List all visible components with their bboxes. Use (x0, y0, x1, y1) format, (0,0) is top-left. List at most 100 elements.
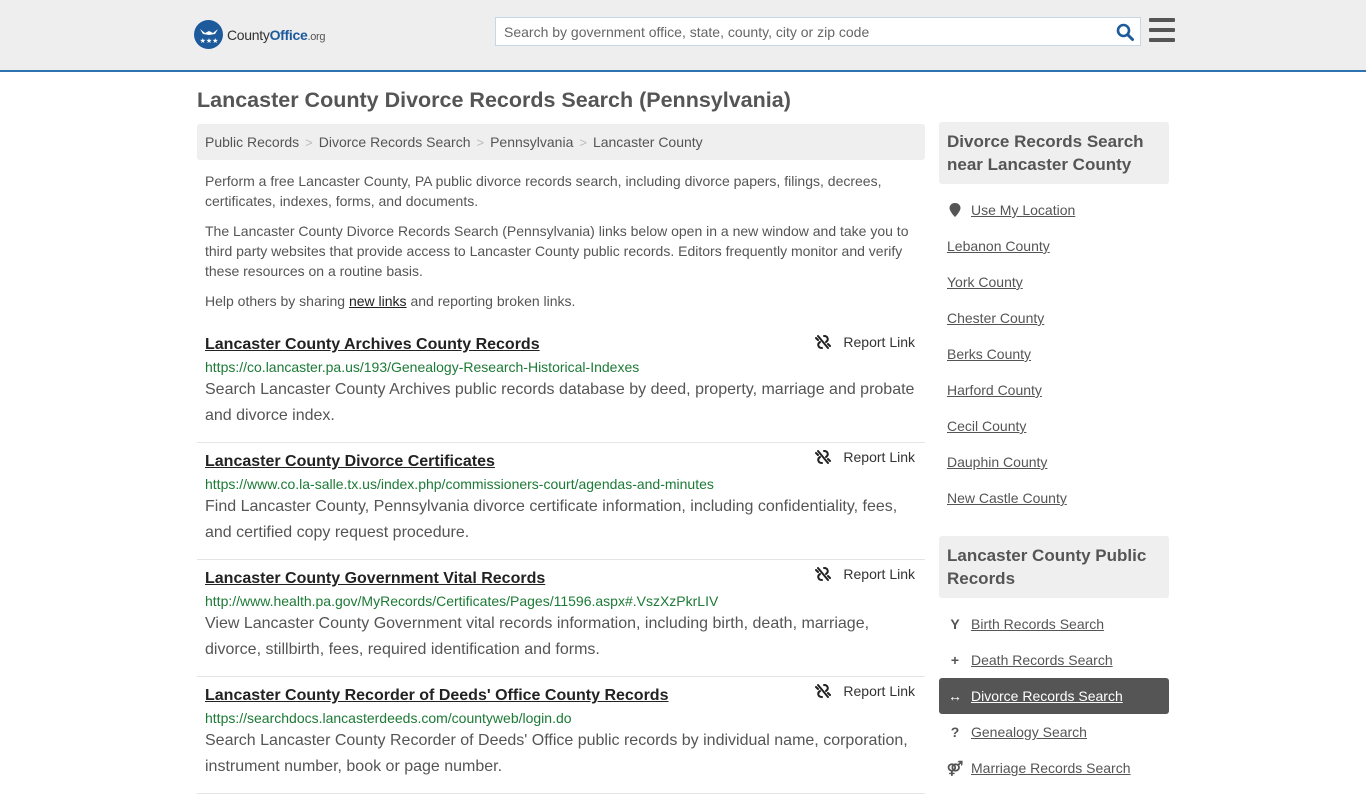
nearby-county-link[interactable]: Chester County (947, 310, 1044, 326)
result-description: Search Lancaster County Archives public … (205, 381, 915, 424)
result-title-link[interactable]: Lancaster County Government Vital Record… (205, 568, 545, 590)
nearby-county-item: Harford County (939, 372, 1169, 408)
result-url: https://searchdocs.lancasterdeeds.com/co… (205, 710, 572, 726)
breadcrumb-lancaster-county[interactable]: Lancaster County (593, 134, 703, 150)
intro-text-fragment: and reporting broken links. (406, 293, 576, 309)
nearby-county-link[interactable]: Lebanon County (947, 238, 1050, 254)
report-link-label: Report Link (843, 683, 915, 699)
child-icon: Y (950, 616, 960, 632)
nearby-list: Use My Location Lebanon County York Coun… (939, 192, 1169, 516)
report-link-button[interactable]: Report Link (815, 683, 915, 699)
logo-part-county: County (227, 26, 270, 43)
sidebar: Divorce Records Search near Lancaster Co… (939, 122, 1169, 786)
intro-text: Perform a free Lancaster County, PA publ… (197, 171, 925, 311)
map-marker-icon (947, 203, 963, 217)
breadcrumb: Public Records > Divorce Records Search … (197, 124, 925, 160)
birth-records-link[interactable]: Birth Records Search (971, 616, 1104, 632)
result-description: Find Lancaster County, Pennsylvania divo… (205, 498, 898, 541)
search-button[interactable] (1110, 18, 1140, 45)
nearby-heading: Divorce Records Search near Lancaster Co… (939, 122, 1169, 184)
search-icon (1116, 23, 1134, 41)
marriage-icon: ⚤ (946, 759, 964, 776)
intro-paragraph-1: Perform a free Lancaster County, PA publ… (205, 173, 882, 209)
report-link-label: Report Link (843, 334, 915, 350)
marriage-records-link[interactable]: Marriage Records Search (971, 760, 1131, 776)
breadcrumb-divorce-records-search[interactable]: Divorce Records Search (319, 134, 471, 150)
result-url: http://www.health.pa.gov/MyRecords/Certi… (205, 593, 719, 609)
nearby-county-item: New Castle County (939, 480, 1169, 516)
nearby-county-link[interactable]: York County (947, 274, 1023, 290)
report-link-button[interactable]: Report Link (815, 334, 915, 350)
logo-part-office: Office (269, 26, 308, 43)
sidebar-item-birth-records: Y Birth Records Search (939, 606, 1169, 642)
menu-bar-icon (1149, 38, 1175, 42)
report-link-button[interactable]: Report Link (815, 449, 915, 465)
public-records-heading: Lancaster County Public Records (939, 536, 1169, 598)
result-title-link[interactable]: Lancaster County Divorce Certificates (205, 451, 495, 473)
public-records-list: Y Birth Records Search + Death Records S… (939, 606, 1169, 786)
result-description: View Lancaster County Government vital r… (205, 615, 870, 658)
nearby-county-link[interactable]: New Castle County (947, 490, 1067, 506)
nearby-county-item: Cecil County (939, 408, 1169, 444)
results-list: Lancaster County Archives County Records… (197, 329, 925, 794)
divorce-records-link[interactable]: Divorce Records Search (971, 688, 1123, 704)
result-url: https://www.co.la-salle.tx.us/index.php/… (205, 476, 714, 492)
plus-icon: + (950, 652, 960, 668)
broken-link-icon (815, 567, 832, 581)
result-description: Search Lancaster County Recorder of Deed… (205, 732, 908, 775)
site-header: ★★★ CountyOffice.org (0, 0, 1366, 72)
breadcrumb-separator: > (579, 134, 587, 150)
use-my-location-link[interactable]: Use My Location (971, 202, 1075, 218)
breadcrumb-separator: > (476, 134, 485, 150)
result-title-link[interactable]: Lancaster County Archives County Records (205, 334, 540, 356)
search-input[interactable] (496, 18, 1110, 45)
nearby-county-link[interactable]: Cecil County (947, 418, 1026, 434)
breadcrumb-separator: > (305, 134, 313, 150)
nearby-county-item: Berks County (939, 336, 1169, 372)
nearby-county-item: Chester County (939, 300, 1169, 336)
eagle-logo-icon: ★★★ (194, 20, 223, 49)
result-item: Lancaster County Recorder of Deeds' Offi… (197, 677, 925, 794)
result-item: Lancaster County Archives County Records… (197, 329, 925, 443)
genealogy-link[interactable]: Genealogy Search (971, 724, 1087, 740)
logo-part-org: .org (307, 30, 326, 43)
intro-paragraph-2: The Lancaster County Divorce Records Sea… (205, 223, 909, 279)
menu-bar-icon (1149, 18, 1175, 22)
arrows-horizontal-icon: ↔ (948, 688, 962, 704)
main-content: Public Records > Divorce Records Search … (197, 124, 925, 794)
result-title-link[interactable]: Lancaster County Recorder of Deeds' Offi… (205, 685, 668, 707)
page-title: Lancaster County Divorce Records Search … (197, 88, 791, 112)
nearby-county-link[interactable]: Harford County (947, 382, 1042, 398)
logo-text: CountyOffice.org (227, 26, 326, 43)
site-logo[interactable]: ★★★ CountyOffice.org (194, 20, 326, 49)
result-url: https://co.lancaster.pa.us/193/Genealogy… (205, 359, 640, 375)
nearby-county-item: York County (939, 264, 1169, 300)
svg-text:★★★: ★★★ (199, 37, 218, 45)
hamburger-menu-button[interactable] (1149, 18, 1175, 42)
search-bar (495, 17, 1141, 46)
broken-link-icon (815, 684, 832, 698)
menu-bar-icon (1149, 28, 1175, 32)
breadcrumb-pennsylvania[interactable]: Pennsylvania (490, 134, 573, 150)
nearby-county-link[interactable]: Dauphin County (947, 454, 1047, 470)
report-link-label: Report Link (843, 449, 915, 465)
report-link-button[interactable]: Report Link (815, 566, 915, 582)
sidebar-item-divorce-records: ↔ Divorce Records Search (939, 678, 1169, 714)
result-item: Lancaster County Divorce Certificates Re… (197, 443, 925, 560)
nearby-county-link[interactable]: Berks County (947, 346, 1031, 362)
use-my-location-item: Use My Location (939, 192, 1169, 228)
nearby-county-item: Lebanon County (939, 228, 1169, 264)
result-item: Lancaster County Government Vital Record… (197, 560, 925, 677)
intro-paragraph-3: Help others by sharing new links and rep… (205, 291, 917, 311)
report-link-label: Report Link (843, 566, 915, 582)
broken-link-icon (815, 450, 832, 464)
intro-text-fragment: Help others by sharing (205, 293, 349, 309)
death-records-link[interactable]: Death Records Search (971, 652, 1113, 668)
sidebar-item-marriage-records: ⚤ Marriage Records Search (939, 750, 1169, 786)
question-icon: ? (950, 724, 960, 740)
breadcrumb-public-records[interactable]: Public Records (205, 134, 299, 150)
new-links-link[interactable]: new links (349, 293, 407, 309)
sidebar-item-genealogy: ? Genealogy Search (939, 714, 1169, 750)
broken-link-icon (815, 335, 832, 349)
sidebar-item-death-records: + Death Records Search (939, 642, 1169, 678)
